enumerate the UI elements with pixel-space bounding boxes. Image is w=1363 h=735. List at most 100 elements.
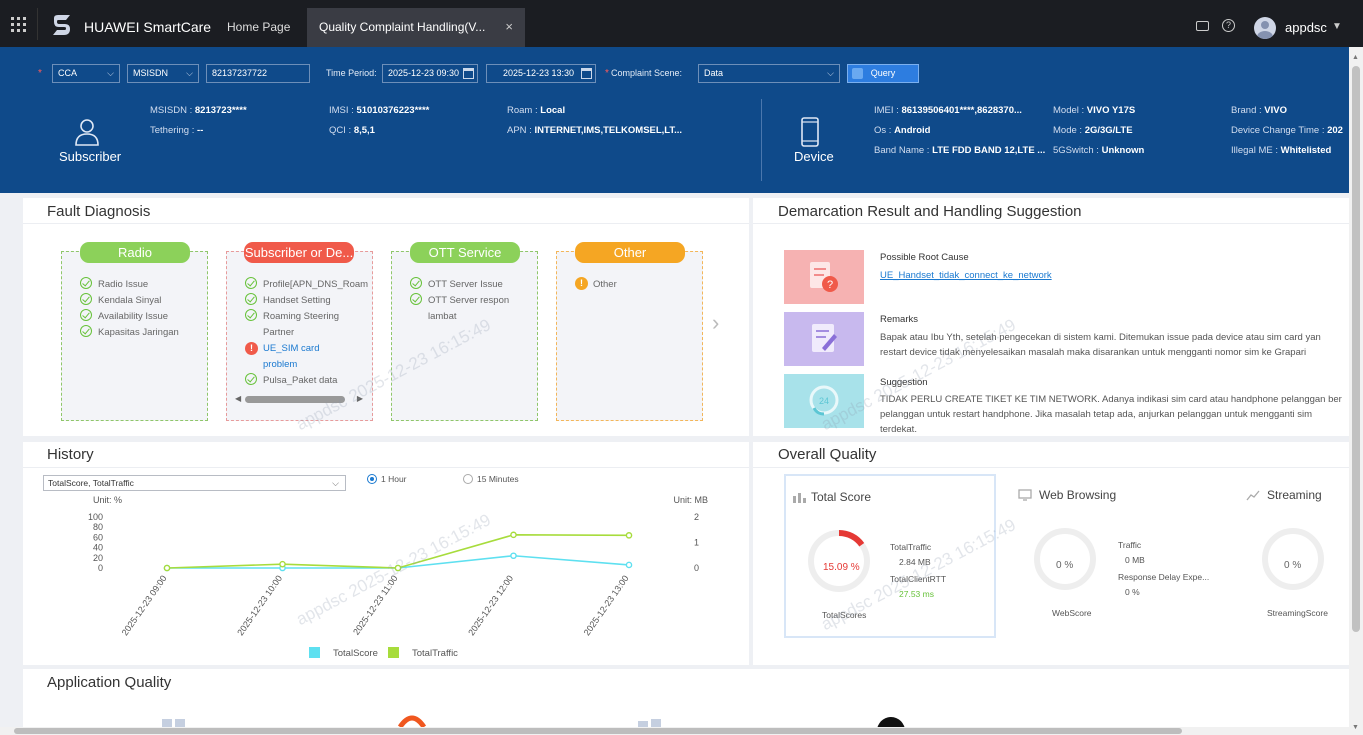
complaint-type-value: CCA: [58, 68, 78, 78]
warning-icon: !: [575, 277, 588, 290]
web-delay-label: Response Delay Expe...: [1118, 572, 1210, 582]
app-category-icon[interactable]: [160, 717, 190, 727]
id-type-select[interactable]: MSISDN ⌵: [127, 64, 199, 83]
fault-card-other: ! Other: [556, 251, 703, 421]
y-left-tick-label: 80: [93, 522, 103, 532]
complaint-scene-value: Data: [704, 68, 724, 78]
y-right-tick-label: 2: [694, 512, 699, 522]
mail-icon[interactable]: [1196, 21, 1209, 31]
fault-item[interactable]: lambat: [428, 311, 457, 322]
fault-card-subscriber: Profile[APN_DNS_Roam Handset Setting Roa…: [226, 251, 373, 421]
device-icon: [801, 117, 819, 147]
device-label: Device: [794, 149, 834, 164]
web-traffic-value: 0 MB: [1125, 555, 1145, 565]
check-circle-icon: [245, 293, 257, 305]
vertical-scrollbar[interactable]: ▲ ▼: [1349, 47, 1363, 735]
suggestion-icon: 24: [784, 374, 864, 428]
fault-category-radio[interactable]: Radio: [80, 242, 190, 263]
data-point: [625, 561, 633, 569]
scroll-down-icon[interactable]: ▼: [1352, 724, 1359, 731]
x-tick-label: 2025-12-23 12:00: [466, 573, 515, 637]
suggestion-title: Suggestion: [880, 377, 928, 388]
fault-item-active[interactable]: UE_SIM card: [263, 343, 320, 354]
check-circle-icon: [245, 373, 257, 385]
fault-item[interactable]: Roaming Steering: [263, 311, 339, 322]
streaming-card[interactable]: Streaming 0 % StreamingScore: [1240, 474, 1349, 638]
msisdn-input[interactable]: 82137237722: [206, 64, 310, 83]
radio-15-minutes-label[interactable]: 15 Minutes: [477, 474, 519, 484]
y-right-tick-label: 1: [694, 538, 699, 548]
total-score-card[interactable]: Total Score 15.09 % TotalTraffic 2.84 MB…: [784, 474, 996, 638]
chevron-right-icon[interactable]: ›: [712, 310, 719, 336]
web-traffic-label: Traffic: [1118, 540, 1142, 550]
fault-item[interactable]: Availability Issue: [98, 311, 168, 322]
error-icon: !: [245, 342, 258, 355]
imei-field: IMEI : 86139506401****,8628370...: [874, 105, 1022, 116]
user-name[interactable]: appdsc: [1285, 20, 1327, 35]
fault-item[interactable]: Profile[APN_DNS_Roam: [263, 279, 368, 290]
fault-item[interactable]: Radio Issue: [98, 279, 148, 290]
apn-field: APN : INTERNET,IMS,TELKOMSEL,LT...: [507, 125, 683, 136]
calendar-icon: [581, 68, 592, 79]
required-mark: *: [605, 68, 609, 79]
avatar[interactable]: [1254, 17, 1276, 39]
scrollbar-thumb[interactable]: [245, 396, 345, 403]
fault-item[interactable]: OTT Server respon: [428, 295, 509, 306]
fault-card-ott: OTT Server Issue OTT Server respon lamba…: [391, 251, 538, 421]
root-cause-link-text[interactable]: UE_Handset_tidak_connect_ke_network: [880, 270, 1052, 281]
card-scrollbar[interactable]: ◀ ▶: [235, 394, 363, 404]
scrollbar-thumb[interactable]: [1352, 66, 1360, 632]
arrow-right-icon[interactable]: ▶: [357, 394, 363, 403]
fault-item[interactable]: Kapasitas Jaringan: [98, 327, 179, 338]
tab-quality-complaint-handling[interactable]: Quality Complaint Handling(V... ×: [307, 8, 525, 47]
root-cause-link[interactable]: UE_Handset_tidak_connect_ke_network: [880, 268, 1349, 283]
fault-category-other[interactable]: Other: [575, 242, 685, 263]
fault-item[interactable]: Partner: [263, 327, 294, 338]
chevron-down-icon[interactable]: ▼: [1332, 21, 1342, 32]
complaint-scene-select[interactable]: Data ⌵: [698, 64, 840, 83]
scroll-up-icon[interactable]: ▲: [1352, 54, 1359, 61]
fault-item-active[interactable]: problem: [263, 359, 297, 370]
demarcation-panel: Demarcation Result and Handling Suggesti…: [753, 198, 1349, 436]
y-left-tick-label: 20: [93, 553, 103, 563]
complaint-type-select[interactable]: CCA ⌵: [52, 64, 120, 83]
illegal-me-field: Illegal ME : Whitelisted: [1231, 145, 1332, 156]
time-end-input[interactable]: 2025-12-23 13:30: [486, 64, 596, 83]
line-chart-icon: [1246, 490, 1260, 501]
fault-category-subscriber[interactable]: Subscriber or De...: [244, 242, 354, 263]
close-icon[interactable]: ×: [505, 8, 513, 46]
horizontal-scrollbar[interactable]: [0, 727, 1349, 735]
query-button[interactable]: Query: [847, 64, 919, 83]
arrow-left-icon[interactable]: ◀: [235, 394, 241, 403]
app-category-icon[interactable]: [398, 715, 426, 727]
total-score-gauge: [808, 530, 870, 592]
help-icon[interactable]: ?: [1222, 19, 1235, 32]
app-category-icon[interactable]: [875, 715, 907, 727]
x-tick-label: 2025-12-23 09:00: [120, 573, 169, 637]
fault-item[interactable]: Pulsa_Paket data: [263, 375, 337, 386]
fault-item[interactable]: Handset Setting: [263, 295, 331, 306]
scrollbar-thumb[interactable]: [14, 728, 1182, 734]
tethering-field: Tethering : --: [150, 125, 204, 136]
radio-1-hour[interactable]: [367, 474, 377, 484]
app-category-icon[interactable]: [636, 717, 666, 727]
chevron-down-icon: ⌵: [827, 68, 834, 78]
subscriber-label: Subscriber: [59, 149, 122, 164]
fault-item[interactable]: OTT Server Issue: [428, 279, 503, 290]
fault-category-ott[interactable]: OTT Service: [410, 242, 520, 263]
id-type-value: MSISDN: [133, 68, 169, 78]
bar-chart-icon: [793, 493, 806, 503]
fault-item[interactable]: Kendala Sinyal: [98, 295, 161, 306]
qci-field: QCI : 8,5,1: [329, 125, 375, 136]
suggestion-line: TIDAK PERLU CREATE TIKET KE TIM NETWORK.…: [880, 394, 1342, 405]
apps-menu-icon[interactable]: [0, 8, 38, 40]
web-browsing-card[interactable]: Web Browsing 0 % Traffic 0 MB Response D…: [1012, 474, 1217, 638]
radio-1-hour-label[interactable]: 1 Hour: [381, 474, 407, 484]
check-circle-icon: [410, 277, 422, 289]
time-start-input[interactable]: 2025-12-23 09:30: [382, 64, 478, 83]
fault-item[interactable]: Other: [593, 279, 617, 290]
divider: [23, 467, 749, 468]
radio-15-minutes[interactable]: [463, 474, 473, 484]
tab-home-page[interactable]: Home Page: [215, 8, 302, 47]
fault-diagnosis-panel: Fault Diagnosis Radio Issue Kendala Siny…: [23, 198, 749, 436]
